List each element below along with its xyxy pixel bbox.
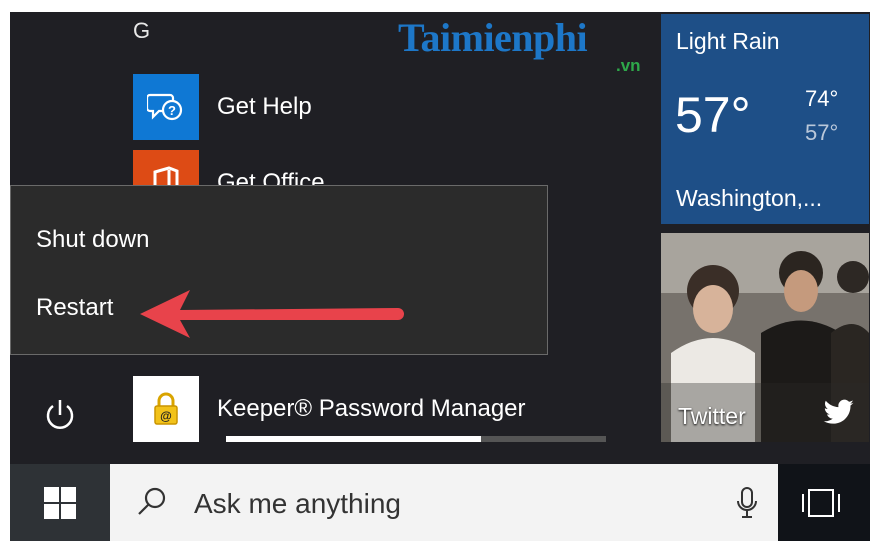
keeper-progress-fill: [226, 436, 481, 442]
watermark-suffix: .vn: [616, 56, 641, 75]
keeper-install-progress: [226, 436, 606, 442]
twitter-bird-icon: [823, 399, 854, 424]
weather-condition: Light Rain: [676, 28, 780, 54]
weather-city: Washington,...: [676, 185, 823, 211]
weather-high-temp: 74°: [805, 86, 839, 111]
search-placeholder: Ask me anything: [194, 488, 401, 519]
start-button[interactable]: [10, 464, 110, 541]
app-keeper-password-manager[interactable]: @ Keeper® Password Manager: [133, 376, 526, 442]
weather-tile[interactable]: Light Rain 57° 74° 57° Washington,...: [661, 14, 869, 224]
twitter-label: Twitter: [678, 403, 746, 429]
weather-current-temp: 57°: [675, 87, 751, 143]
svg-text:@: @: [160, 409, 172, 423]
watermark-logo: Taimienphi: [398, 15, 588, 60]
taskbar: Ask me anything: [10, 464, 870, 541]
microphone-icon[interactable]: [734, 486, 760, 520]
get-help-icon: ?: [133, 74, 199, 140]
windows-logo-icon: [44, 486, 76, 519]
restart-option[interactable]: Restart: [36, 294, 113, 322]
twitter-tile[interactable]: Twitter: [661, 233, 869, 442]
power-icon[interactable]: [40, 396, 80, 436]
red-arrow-annotation: [140, 290, 404, 338]
task-view-icon[interactable]: [800, 484, 842, 522]
keeper-label: Keeper® Password Manager: [217, 395, 526, 422]
keeper-icon: @: [133, 376, 199, 442]
cortana-search-box[interactable]: Ask me anything: [110, 464, 778, 541]
section-letter-g[interactable]: G: [133, 18, 150, 44]
weather-low-temp: 57°: [805, 120, 839, 145]
svg-text:?: ?: [168, 103, 176, 118]
app-get-help[interactable]: ? Get Help: [133, 74, 312, 140]
shut-down-option[interactable]: Shut down: [36, 226, 149, 254]
get-help-label: Get Help: [217, 93, 312, 120]
search-icon: [138, 487, 166, 515]
